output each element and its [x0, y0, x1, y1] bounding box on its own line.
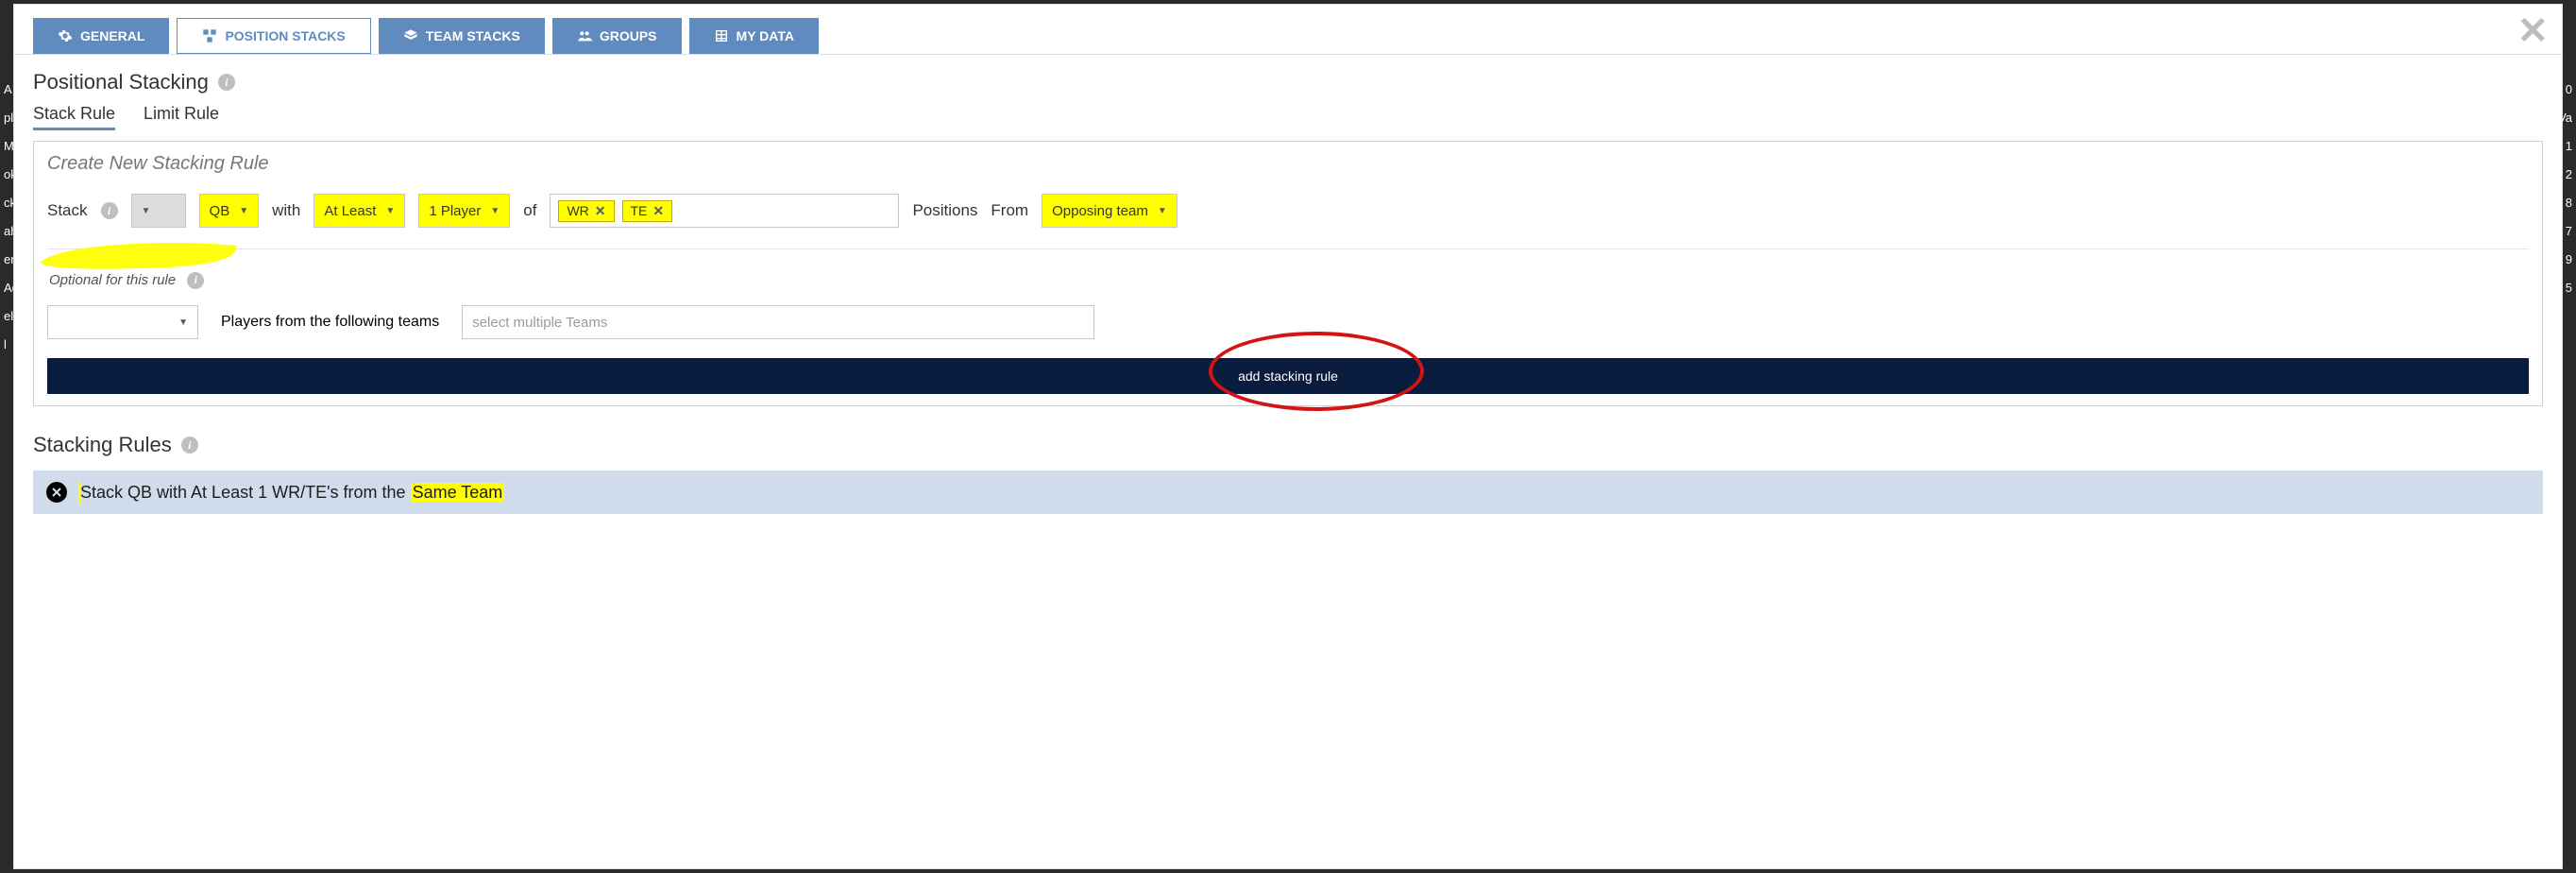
info-icon[interactable]: i — [218, 74, 235, 91]
info-icon[interactable]: i — [181, 436, 198, 454]
sub-tab-stack-rule[interactable]: Stack Rule — [33, 104, 115, 130]
optional-label: Optional for this rule — [47, 270, 178, 290]
panel-title: Create New Stacking Rule — [47, 153, 2529, 175]
optional-empty-dropdown[interactable]: ▼ — [47, 305, 198, 339]
gear-icon — [58, 28, 73, 43]
from-team-dropdown[interactable]: Opposing team ▼ — [1042, 194, 1178, 228]
chevron-down-icon: ▼ — [490, 206, 500, 216]
users-icon — [577, 28, 592, 43]
positions-label: Positions — [912, 201, 977, 220]
tab-general-label: GENERAL — [80, 28, 144, 43]
teams-multiselect[interactable]: select multiple Teams — [462, 305, 1094, 339]
chip-label: TE — [631, 203, 648, 218]
sub-tabs: Stack Rule Limit Rule — [33, 104, 2543, 131]
stack-empty-dropdown[interactable]: ▼ — [131, 194, 186, 228]
add-stacking-rule-button[interactable]: add stacking rule — [47, 358, 2529, 394]
chevron-down-icon: ▼ — [142, 206, 151, 216]
chip-remove-icon[interactable]: ✕ — [595, 203, 606, 219]
rule-builder-panel: Create New Stacking Rule Stack i ▼ QB ▼ … — [33, 141, 2543, 406]
stack-label: Stack — [47, 201, 88, 220]
with-label: with — [272, 201, 300, 220]
chevron-down-icon: ▼ — [178, 317, 188, 328]
chip-remove-icon[interactable]: ✕ — [652, 203, 664, 219]
stacking-rule-item: Stack QB with At Least 1 WR/TE's from th… — [33, 471, 2543, 514]
rules-title-text: Stacking Rules — [33, 433, 172, 457]
players-from-label: Players from the following teams — [221, 314, 439, 331]
tab-position-stacks-label: POSITION STACKS — [225, 28, 345, 43]
chevron-down-icon: ▼ — [1158, 206, 1167, 216]
player-count-label: 1 Player — [429, 203, 481, 219]
of-label: of — [523, 201, 536, 220]
tab-groups[interactable]: GROUPS — [552, 18, 682, 54]
section-title: Positional Stacking i — [33, 70, 2543, 94]
qb-label: QB — [210, 203, 230, 219]
remove-rule-button[interactable] — [46, 482, 67, 503]
chevron-down-icon: ▼ — [385, 206, 395, 216]
at-least-label: At Least — [324, 203, 376, 219]
tab-my-data[interactable]: MY DATA — [689, 18, 819, 54]
tab-position-stacks[interactable]: POSITION STACKS — [177, 18, 370, 54]
tab-team-stacks[interactable]: TEAM STACKS — [379, 18, 545, 54]
add-rule-label: add stacking rule — [1238, 368, 1338, 384]
main-tabs: GENERAL POSITION STACKS TEAM STACKS GROU… — [14, 5, 2562, 55]
section-title-text: Positional Stacking — [33, 70, 209, 94]
tab-groups-label: GROUPS — [600, 28, 657, 43]
position-chip-te: TE ✕ — [622, 200, 673, 222]
rule-highlighted: Same Team — [411, 483, 505, 502]
stacking-rules-title: Stacking Rules i — [33, 433, 2543, 457]
at-least-dropdown[interactable]: At Least ▼ — [314, 194, 405, 228]
chevron-down-icon: ▼ — [239, 206, 248, 216]
tab-team-stacks-label: TEAM STACKS — [426, 28, 520, 43]
layers-icon — [403, 28, 418, 43]
stacking-modal: ✕ GENERAL POSITION STACKS TEAM STACKS GR… — [13, 4, 2563, 869]
optional-row: ▼ Players from the following teams selec… — [47, 305, 2529, 339]
tab-my-data-label: MY DATA — [737, 28, 794, 43]
optional-highlight-annotation — [38, 234, 246, 272]
rule-prefix: Stack QB with At Least 1 WR/TE's from th… — [80, 483, 411, 502]
modal-content: Positional Stacking i Stack Rule Limit R… — [14, 55, 2562, 529]
position-stacks-icon — [202, 28, 217, 43]
info-icon[interactable]: i — [101, 202, 118, 219]
builder-row-1: Stack i ▼ QB ▼ with At Least ▼ 1 Player … — [47, 194, 2529, 228]
close-icon — [52, 488, 61, 497]
tab-general[interactable]: GENERAL — [33, 18, 169, 54]
rule-text: Stack QB with At Least 1 WR/TE's from th… — [78, 483, 504, 503]
teams-placeholder: select multiple Teams — [472, 315, 607, 331]
sub-tab-limit-rule[interactable]: Limit Rule — [144, 104, 219, 130]
table-icon — [714, 28, 729, 43]
info-icon[interactable]: i — [187, 272, 204, 289]
qb-dropdown[interactable]: QB ▼ — [199, 194, 260, 228]
player-count-dropdown[interactable]: 1 Player ▼ — [418, 194, 510, 228]
divider — [47, 248, 2529, 249]
from-team-label: Opposing team — [1052, 203, 1148, 219]
position-chip-wr: WR ✕ — [558, 200, 614, 222]
chip-label: WR — [567, 203, 588, 218]
from-label: From — [991, 201, 1028, 220]
positions-select[interactable]: WR ✕ TE ✕ — [550, 194, 899, 228]
